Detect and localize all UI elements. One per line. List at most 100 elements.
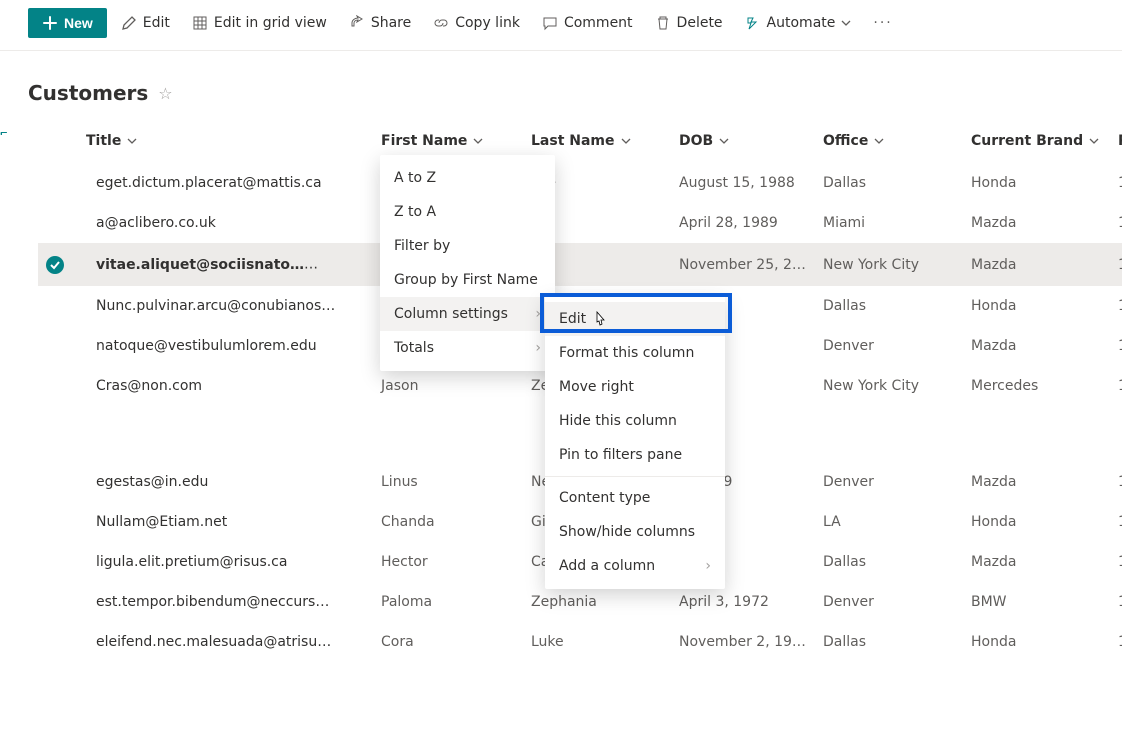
submenu-add[interactable]: Add a column › (545, 549, 725, 583)
pencil-icon (121, 15, 137, 31)
more-actions-button[interactable]: ··· (865, 15, 900, 31)
row-brand: Mazda (963, 203, 1110, 243)
edit-grid-label: Edit in grid view (214, 15, 327, 31)
row-brand: Honda (963, 502, 1110, 542)
row-title[interactable]: a@aclibero.co.uk (86, 215, 216, 231)
delete-label: Delete (677, 15, 723, 31)
row-extra: 1 (1110, 582, 1122, 622)
table-row[interactable]: ⌐eleifend.nec.malesuada@atrisus.caCoraLu… (38, 622, 1122, 662)
table-row[interactable]: ⌐eget.dictum.placerat@mattis.caelleAugus… (38, 163, 1122, 203)
column-header-extra[interactable]: P (1118, 133, 1122, 149)
row-title[interactable]: Nullam@Etiam.net (86, 514, 227, 530)
submenu-content-type[interactable]: Content type (545, 481, 725, 515)
row-office: Denver (815, 462, 963, 502)
row-office: Dallas (815, 542, 963, 582)
menu-totals[interactable]: Totals › (380, 331, 555, 365)
chevron-down-icon (719, 136, 729, 146)
table-row[interactable]: ⌐vitae.aliquet@sociisnato…⋮ithNovember 2… (38, 243, 1122, 286)
row-title[interactable]: egestas@in.edu (86, 474, 208, 490)
row-extra: 1 (1110, 542, 1122, 582)
row-dob: November 25, 2000 (671, 243, 815, 286)
row-title[interactable]: eget.dictum.placerat@mattis.ca (86, 175, 322, 191)
row-extra: 1 (1110, 243, 1122, 286)
delete-button[interactable]: Delete (647, 9, 731, 37)
row-firstname: Chanda (373, 502, 523, 542)
column-header-dob[interactable]: DOB (679, 133, 729, 149)
row-title[interactable]: est.tempor.bibendum@neccursusa.com (86, 594, 336, 610)
edit-grid-button[interactable]: Edit in grid view (184, 9, 335, 37)
column-header-firstname[interactable]: First Name (381, 133, 483, 149)
row-title[interactable]: Nunc.pulvinar.arcu@conubianostraper.edu (86, 298, 336, 314)
row-firstname: Hector (373, 542, 523, 582)
menu-filter-by[interactable]: Filter by (380, 229, 555, 263)
favorite-star-icon[interactable]: ☆ (158, 84, 172, 103)
row-title[interactable]: Cras@non.com (86, 378, 202, 394)
row-extra: 1 (1110, 326, 1122, 366)
row-firstname: Cora (373, 622, 523, 662)
chevron-down-icon (127, 136, 137, 146)
link-icon (433, 15, 449, 31)
comment-icon (542, 15, 558, 31)
menu-sort-asc[interactable]: A to Z (380, 161, 555, 195)
comment-label: Comment (564, 15, 633, 31)
row-extra: 1 (1110, 286, 1122, 326)
column-header-brand[interactable]: Current Brand (971, 133, 1099, 149)
row-office: Dallas (815, 622, 963, 662)
automate-button[interactable]: Automate (737, 9, 860, 37)
share-icon (349, 15, 365, 31)
row-office: Dallas (815, 163, 963, 203)
row-brand: Mazda (963, 462, 1110, 502)
copylink-button[interactable]: Copy link (425, 9, 528, 37)
column-settings-submenu: Edit Format this column Move right Hide … (545, 296, 725, 589)
submenu-edit[interactable]: Edit (545, 302, 725, 336)
column-header-office[interactable]: Office (823, 133, 884, 149)
row-extra: 1 (1110, 163, 1122, 203)
column-header-title[interactable]: Title (86, 133, 137, 149)
row-firstname: Linus (373, 462, 523, 502)
row-brand: Honda (963, 163, 1110, 203)
menu-sort-desc[interactable]: Z to A (380, 195, 555, 229)
chevron-right-icon: › (705, 558, 711, 574)
share-button[interactable]: Share (341, 9, 419, 37)
new-button[interactable]: New (28, 8, 107, 38)
submenu-hide[interactable]: Hide this column (545, 404, 725, 438)
row-selected-check-icon[interactable] (46, 256, 64, 274)
menu-group-by[interactable]: Group by First Name (380, 263, 555, 297)
submenu-format[interactable]: Format this column (545, 336, 725, 370)
chevron-down-icon (841, 18, 851, 28)
table-row[interactable]: ⌐a@aclibero.co.ukithApril 28, 1989MiamiM… (38, 203, 1122, 243)
row-office: Denver (815, 326, 963, 366)
row-title[interactable]: ligula.elit.pretium@risus.ca (86, 554, 287, 570)
comment-button[interactable]: Comment (534, 9, 641, 37)
automate-label: Automate (767, 15, 836, 31)
row-share-icon[interactable] (334, 255, 348, 274)
page-header: Customers ☆ (0, 51, 1122, 123)
row-title[interactable]: natoque@vestibulumlorem.edu (86, 338, 317, 354)
row-brand: Mazda (963, 326, 1110, 366)
edit-button[interactable]: Edit (113, 9, 178, 37)
row-office: New York City (815, 243, 963, 286)
row-brand: Honda (963, 286, 1110, 326)
row-extra: 1 (1110, 366, 1122, 406)
row-comment-icon[interactable] (358, 255, 373, 274)
new-button-label: New (64, 15, 93, 31)
submenu-move-right[interactable]: Move right (545, 370, 725, 404)
submenu-pin[interactable]: Pin to filters pane (545, 438, 725, 472)
row-brand: BMW (963, 582, 1110, 622)
command-bar: New Edit Edit in grid view Share Copy li… (0, 0, 1122, 51)
trash-icon (655, 15, 671, 31)
row-brand: Mazda (963, 542, 1110, 582)
row-brand: Honda (963, 622, 1110, 662)
row-extra: 1 (1110, 203, 1122, 243)
row-office: New York City (815, 366, 963, 406)
row-title[interactable]: eleifend.nec.malesuada@atrisus.ca (86, 634, 336, 650)
column-header-lastname[interactable]: Last Name (531, 133, 631, 149)
flow-icon (745, 15, 761, 31)
chevron-down-icon (473, 136, 483, 146)
menu-column-settings[interactable]: Column settings › (380, 297, 555, 331)
grid-icon (192, 15, 208, 31)
submenu-showhide[interactable]: Show/hide columns (545, 515, 725, 549)
column-header-row: Title First Name Last Name DOB Office Cu… (38, 123, 1122, 163)
row-title[interactable]: vitae.aliquet@sociisnato… (86, 257, 304, 273)
chevron-down-icon (1089, 136, 1099, 146)
